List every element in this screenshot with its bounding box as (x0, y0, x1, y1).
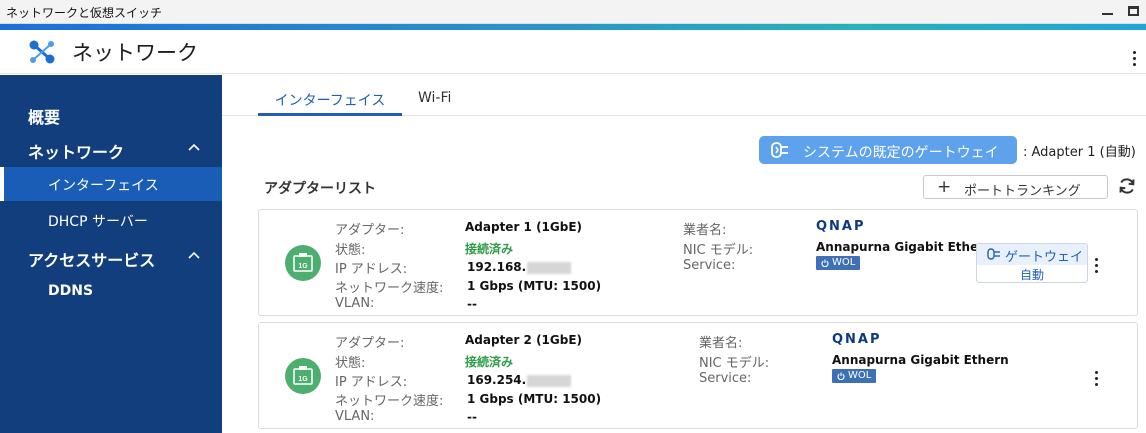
minimize-button[interactable] (1098, 2, 1116, 20)
vendor-label: 業者名: (699, 336, 743, 351)
adapter-card: 1G アダプター: 状態: IP アドレス: ネットワーク速度: VLAN: A… (258, 209, 1138, 316)
window-title: ネットワークと仮想スイッチ (6, 6, 163, 20)
speed-label: ネットワーク速度: (335, 281, 444, 296)
maximize-button[interactable] (1124, 2, 1142, 20)
chevron-up-icon (188, 143, 200, 151)
more-icon (1094, 371, 1098, 374)
vendor-label: 業者名: (683, 223, 727, 238)
tab-bar: インターフェイス Wi-Fi (222, 75, 1146, 116)
ip-redacted (527, 261, 572, 274)
sidebar-item-ddns[interactable]: DDNS (0, 275, 222, 309)
adapter-card: 1G アダプター: 状態: IP アドレス: ネットワーク速度: VLAN: A… (258, 322, 1138, 429)
adapter-ip: 192.168. (467, 260, 572, 274)
sidebar: 概要 ネットワーク インターフェイス DHCP サーバー アクセスサービス DD… (0, 75, 222, 433)
sidebar-item-label: DDNS (48, 283, 94, 299)
gateway-mode: 自動 (1019, 268, 1044, 282)
refresh-icon[interactable] (1117, 176, 1137, 196)
vendor-logo: QNAP (832, 332, 882, 347)
adapter-status: 接続済み (465, 355, 514, 369)
sidebar-item-network[interactable]: ネットワーク (0, 131, 222, 165)
adapter-status: 接続済み (465, 242, 514, 256)
ip-label: IP アドレス: (335, 375, 408, 390)
adapter-menu-button[interactable] (1093, 371, 1099, 386)
default-gateway-status: : Adapter 1 (自動) (1023, 145, 1136, 160)
network-switch-icon (29, 40, 55, 64)
port-trunking-button[interactable]: + ポートトランキング (923, 175, 1108, 199)
adapter-name: Adapter 2 (1GbE) (465, 333, 583, 347)
sidebar-item-label: 概要 (28, 108, 61, 127)
ethernet-port-icon: 1G (285, 245, 321, 281)
chevron-up-icon (188, 251, 200, 259)
app-header: ネットワーク (0, 30, 1146, 74)
nic-model-label: NIC モデル: (683, 243, 754, 258)
sidebar-item-dhcp-server[interactable]: DHCP サーバー (0, 203, 222, 237)
ip-redacted (527, 374, 572, 387)
sidebar-item-access-services[interactable]: アクセスサービス (0, 239, 222, 273)
nic-model-label: NIC モデル: (699, 356, 770, 371)
status-label: 状態: (335, 243, 366, 258)
default-gateway-button[interactable]: システムの既定のゲートウェイ (759, 136, 1017, 164)
adapter-gateway-box[interactable]: ゲートウェイ 自動 (976, 243, 1088, 283)
sidebar-item-label: DHCP サーバー (48, 214, 148, 230)
adapter-menu-button[interactable] (1093, 258, 1099, 273)
more-icon (1132, 51, 1136, 54)
app-menu-button[interactable] (1131, 51, 1137, 66)
wol-badge: WOL (816, 256, 861, 270)
more-icon (1094, 258, 1098, 261)
adapter-list-title: アダプターリスト (264, 181, 376, 197)
speed-label: ネットワーク速度: (335, 394, 444, 409)
adapter-speed: 1 Gbps (MTU: 1500) (467, 279, 602, 293)
nic-model: Annapurna Gigabit Ethern (832, 353, 1009, 367)
vlan-label: VLAN: (335, 296, 375, 311)
adapter-speed: 1 Gbps (MTU: 1500) (467, 392, 602, 406)
gateway-icon (987, 248, 1000, 260)
sidebar-item-interface[interactable]: インターフェイス (0, 167, 222, 201)
tab-interface[interactable]: インターフェイス (258, 90, 402, 116)
service-label: Service: (699, 371, 752, 386)
gateway-badge-label: ゲートウェイ (1005, 250, 1084, 265)
adapter-ip: 169.254. (467, 373, 572, 387)
adapter-label: アダプター: (335, 223, 405, 238)
status-label: 状態: (335, 356, 366, 371)
gateway-icon (771, 142, 788, 158)
adapter-label: アダプター: (335, 336, 405, 351)
adapter-vlan: -- (467, 410, 477, 424)
sidebar-item-overview[interactable]: 概要 (0, 96, 222, 130)
maximize-icon (1127, 6, 1139, 16)
app-title: ネットワーク (72, 41, 198, 65)
minimize-icon (1101, 13, 1113, 15)
power-icon (821, 259, 829, 267)
ip-label: IP アドレス: (335, 262, 408, 277)
vlan-label: VLAN: (335, 409, 375, 424)
sidebar-item-label: ネットワーク (28, 143, 125, 162)
sidebar-item-label: アクセスサービス (28, 251, 156, 270)
wol-badge: WOL (832, 369, 877, 383)
adapter-vlan: -- (467, 297, 477, 311)
default-gateway-label: システムの既定のゲートウェイ (803, 145, 999, 161)
vendor-logo: QNAP (816, 219, 866, 234)
ethernet-port-icon: 1G (285, 358, 321, 394)
nic-model: Annapurna Gigabit Ethern (816, 240, 993, 254)
window-titlebar: ネットワークと仮想スイッチ (0, 0, 1146, 24)
adapter-name: Adapter 1 (1GbE) (465, 220, 583, 234)
port-speed-badge: 1G (298, 376, 308, 383)
sidebar-item-label: インターフェイス (48, 178, 159, 194)
plus-icon: + (937, 177, 952, 197)
power-icon (837, 372, 845, 380)
service-label: Service: (683, 258, 736, 273)
port-speed-badge: 1G (298, 263, 308, 270)
tab-wifi[interactable]: Wi-Fi (418, 90, 451, 106)
port-trunking-label: ポートトランキング (964, 184, 1081, 199)
